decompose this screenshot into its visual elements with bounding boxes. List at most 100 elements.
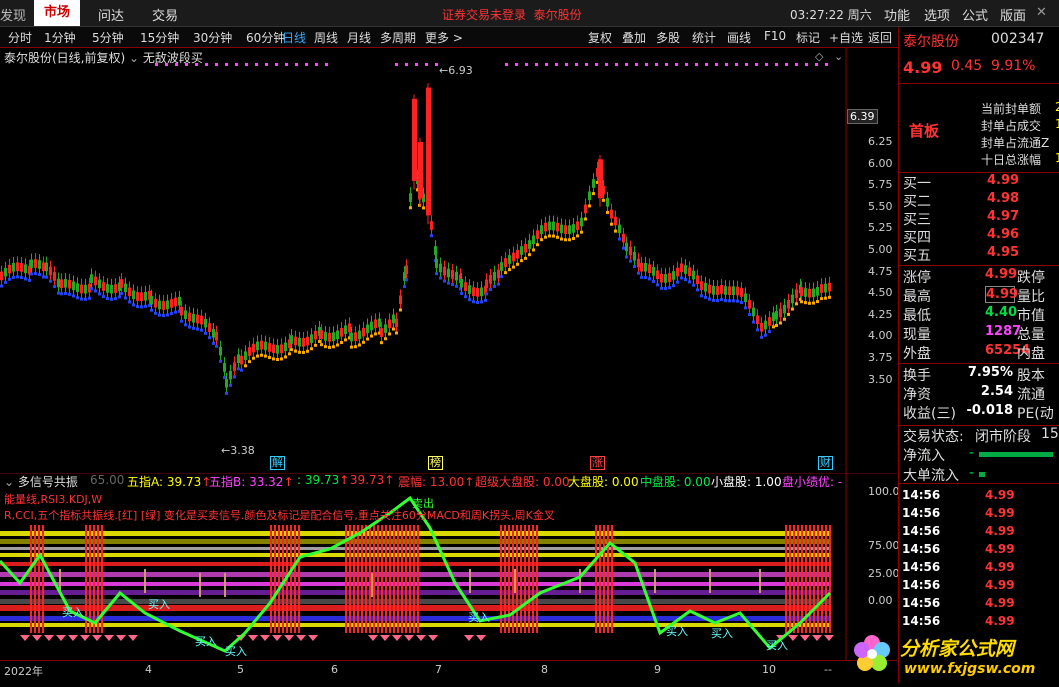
period-more[interactable]: 更多 > xyxy=(425,29,463,46)
trend-dot xyxy=(174,310,177,314)
close-window-icon[interactable]: ✕ xyxy=(1036,5,1047,20)
menu-function[interactable]: 功能 xyxy=(884,5,910,24)
trend-dot xyxy=(625,255,628,259)
candle-body xyxy=(633,252,636,261)
candle-body xyxy=(76,283,79,292)
indicator-title[interactable]: ⌄ 多信号共振 xyxy=(4,473,78,490)
menu-layout[interactable]: 版面 xyxy=(1000,5,1026,24)
candle-body xyxy=(680,263,683,273)
x-label-jun: 6 xyxy=(331,663,338,676)
price-tick: 5.00 xyxy=(868,243,893,256)
signal-bar xyxy=(282,525,284,633)
signal-bar xyxy=(516,525,518,633)
candle-body xyxy=(447,268,450,278)
event-marker[interactable]: 解 xyxy=(270,456,285,470)
signal-bar xyxy=(369,525,371,633)
period-multi[interactable]: 多周期 xyxy=(380,29,416,46)
stat-label: 现量 xyxy=(903,327,931,343)
menu-options[interactable]: 选项 xyxy=(924,5,950,24)
tab-wenda[interactable]: 问达 xyxy=(98,5,124,24)
candle-body xyxy=(340,328,343,337)
trend-dot xyxy=(399,308,402,312)
stat-label: 最高 xyxy=(903,289,931,305)
trend-dot xyxy=(192,326,195,330)
tool-overlay[interactable]: 叠加 xyxy=(622,29,646,46)
trend-dot xyxy=(340,340,343,344)
period-monthly[interactable]: 月线 xyxy=(347,29,371,46)
candle-body xyxy=(370,321,373,331)
watermark-logo: 分析家公式网 www.fxjgsw.com xyxy=(848,630,1059,683)
tool-f10[interactable]: F10 xyxy=(764,29,786,43)
diamond-marker xyxy=(812,635,822,641)
indicator-value: 65.00 xyxy=(90,473,125,487)
login-notice[interactable]: 证券交易未登录 泰尔股份 xyxy=(442,6,582,23)
tool-multistock[interactable]: 多股 xyxy=(656,29,680,46)
period-5min[interactable]: 5分钟 xyxy=(92,29,124,46)
trend-dot xyxy=(42,275,45,279)
tool-add-watch[interactable]: +自选 xyxy=(829,29,863,46)
candle-body xyxy=(140,292,143,302)
trend-dot xyxy=(184,323,187,327)
trend-dot xyxy=(644,275,647,279)
candle-body xyxy=(544,222,547,232)
trend-dot xyxy=(384,337,387,341)
period-weekly[interactable]: 周线 xyxy=(314,29,338,46)
tab-trade[interactable]: 交易 xyxy=(152,5,178,24)
signal-bar xyxy=(34,525,36,633)
trend-dot xyxy=(592,192,595,196)
period-1min[interactable]: 1分钟 xyxy=(44,29,76,46)
signal-dot xyxy=(705,63,708,66)
period-60min[interactable]: 60分钟 xyxy=(246,29,285,46)
trend-dot xyxy=(660,286,663,290)
trend-dot xyxy=(45,275,48,279)
trend-dot xyxy=(504,271,507,275)
candle-body xyxy=(30,259,33,269)
period-daily[interactable]: 日线 xyxy=(282,29,306,46)
indicator-item: 中盘股: 0.00 xyxy=(640,473,711,490)
trend-dot xyxy=(688,280,691,284)
period-15min[interactable]: 15分钟 xyxy=(140,29,179,46)
candle-body xyxy=(192,313,195,323)
signal-bar xyxy=(389,525,391,633)
candle-body xyxy=(362,327,365,337)
candle-body xyxy=(439,263,442,273)
stat-value: 4.99 xyxy=(985,286,1019,303)
diamond-marker xyxy=(476,635,486,641)
tool-mark[interactable]: 标记 xyxy=(796,29,820,46)
trend-dot xyxy=(166,313,169,317)
candle-body xyxy=(520,246,523,255)
diamond-marker xyxy=(80,635,90,641)
period-intraday[interactable]: 分时 xyxy=(8,29,32,46)
menu-discover[interactable]: 发现 xyxy=(0,5,26,24)
x-label-year: 2022年 xyxy=(4,665,43,678)
clock: 03:27:22 周六 xyxy=(790,8,872,22)
high-price-value: 6.93 xyxy=(448,64,473,77)
candle-body xyxy=(294,336,297,346)
event-marker[interactable]: 榜 xyxy=(428,456,443,470)
trade-time: 14:56 xyxy=(902,542,941,556)
band-gap xyxy=(777,611,782,615)
tool-adjust[interactable]: 复权 xyxy=(588,29,612,46)
tool-back[interactable]: 返回 xyxy=(868,29,892,46)
candle-body xyxy=(480,287,483,297)
kline-chart[interactable]: 泰尔股份(日线,前复权) ⌄ 无敌波段买 ◇ ⌄ ←6.93 ←3.38 6.3… xyxy=(0,48,897,473)
trend-dot xyxy=(564,238,567,242)
trend-dot xyxy=(76,296,79,300)
indicator-item-text: 盘小绩优: - xyxy=(782,475,843,489)
event-marker[interactable]: 财 xyxy=(818,456,833,470)
tab-market[interactable]: 市场 xyxy=(34,0,81,26)
trend-dot xyxy=(60,292,63,296)
tool-draw[interactable]: 画线 xyxy=(727,29,751,46)
candle-body xyxy=(783,304,786,314)
tool-stats[interactable]: 统计 xyxy=(692,29,716,46)
event-marker[interactable]: 涨 xyxy=(590,456,605,470)
period-30min[interactable]: 30分钟 xyxy=(193,29,232,46)
stat-value: 1287 xyxy=(985,324,1022,339)
signal-dot xyxy=(535,63,538,66)
trend-dot xyxy=(791,307,794,311)
menu-formula[interactable]: 公式 xyxy=(962,5,988,24)
trade-price: 4.99 xyxy=(985,524,1015,538)
diamond-marker xyxy=(32,635,42,641)
trend-dot xyxy=(318,340,321,344)
trade-status-label: 交易状态: xyxy=(903,429,964,445)
